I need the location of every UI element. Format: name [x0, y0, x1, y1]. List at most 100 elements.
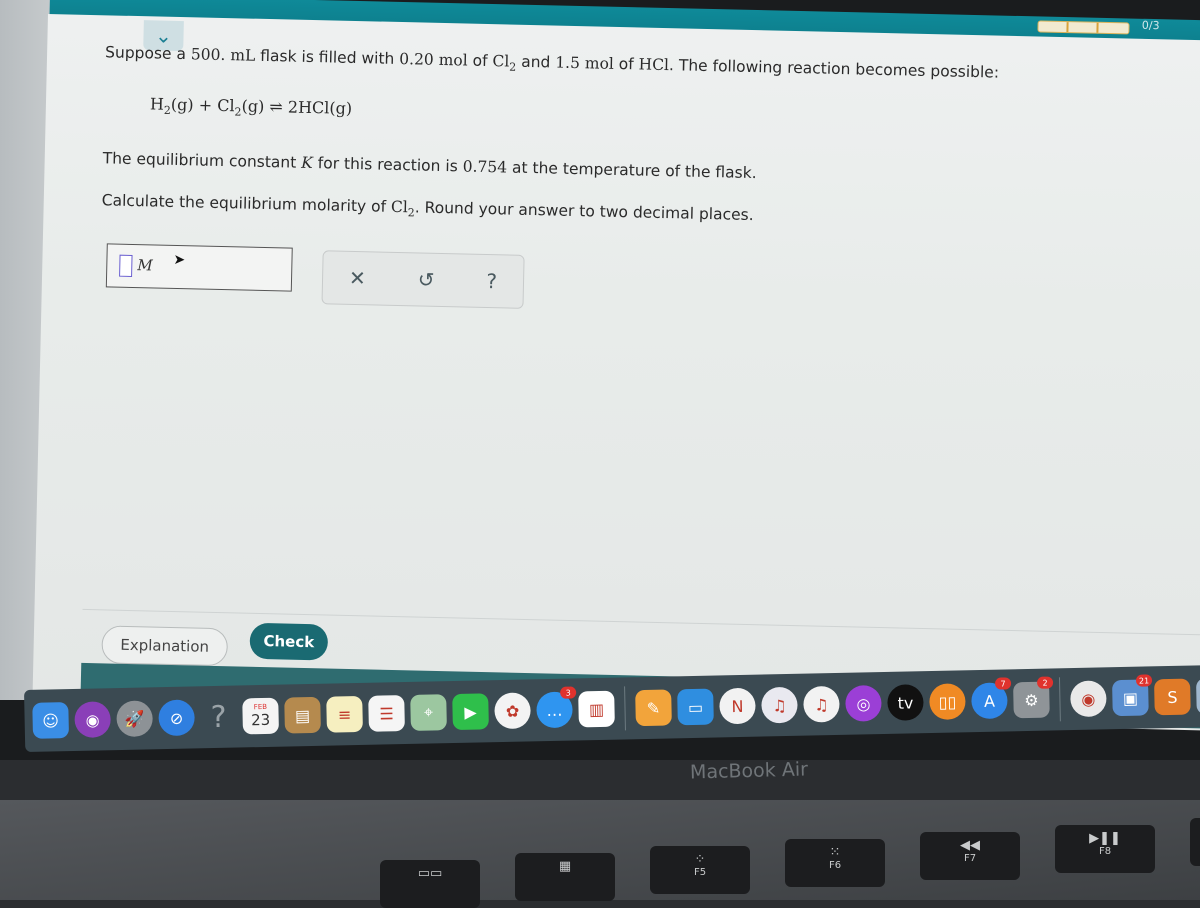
- books-glyph: ▯▯: [938, 691, 957, 712]
- dock-notes-icon[interactable]: ≡: [326, 695, 363, 733]
- dock-separator: [1058, 677, 1061, 722]
- music-glyph: ♫: [814, 694, 829, 714]
- clear-icon[interactable]: ✕: [349, 266, 366, 290]
- state: (g): [170, 94, 194, 115]
- key-symbol-icon: ▶▶: [1190, 824, 1200, 839]
- dock-siri-icon[interactable]: ◉: [74, 701, 112, 738]
- dock-image-capture-icon[interactable]: ▦: [1196, 677, 1200, 715]
- notification-badge: 21: [1135, 674, 1153, 687]
- siri-glyph: ◉: [85, 709, 100, 730]
- text: The equilibrium constant: [102, 149, 302, 172]
- progress-segment: [1066, 22, 1069, 33]
- dock-launchpad-icon[interactable]: 🚀: [116, 700, 153, 738]
- dock-reminders-icon[interactable]: ☰: [368, 695, 405, 732]
- key-label: F6: [828, 860, 842, 871]
- dock-maps-icon[interactable]: ⌖: [410, 694, 447, 731]
- undo-icon[interactable]: ↺: [417, 267, 434, 291]
- numbers-glyph: ▥: [588, 699, 605, 719]
- dock-podcasts-icon[interactable]: ◎: [845, 685, 882, 722]
- dock-pages-icon[interactable]: ✎: [635, 689, 672, 727]
- dock-calendar-icon[interactable]: FEB 23: [242, 697, 279, 735]
- dock-sketchbook-icon[interactable]: S: [1154, 678, 1191, 716]
- function-key[interactable]: ⁙ F6: [785, 839, 885, 887]
- text: . Round your answer to two decimal place…: [414, 198, 754, 225]
- app-store-glyph: A: [983, 691, 996, 711]
- key-symbol-icon: ◀◀: [960, 838, 980, 853]
- itunes-glyph: ♫: [772, 695, 787, 715]
- reaction-equation: H2(g) + Cl2(g) ⇌ 2HCl(g): [150, 94, 353, 121]
- text: at the temperature of the flask.: [506, 158, 757, 183]
- dock-safari-icon[interactable]: ⊘: [158, 699, 195, 737]
- keyboard: ▭▭▦⁘F5⁙F6◀◀F7▶❚❚F8▶▶F9◁F10: [0, 800, 1200, 908]
- dock-photos-icon[interactable]: ✿: [494, 692, 531, 730]
- function-key[interactable]: ▶❚❚ F8: [1055, 825, 1155, 873]
- function-key[interactable]: ◀◀ F7: [920, 832, 1020, 880]
- calendar-day: 23: [250, 710, 271, 730]
- dock-numbers-icon[interactable]: ▥: [578, 690, 615, 728]
- progress-label: 0/3: [1141, 18, 1160, 33]
- dock-contacts-icon[interactable]: ▤: [284, 696, 321, 734]
- check-button[interactable]: Check: [249, 622, 329, 661]
- help-icon[interactable]: ?: [486, 269, 497, 293]
- notes-glyph: ≡: [337, 704, 352, 724]
- help-glyph: ?: [210, 699, 227, 735]
- explanation-button[interactable]: Explanation: [101, 625, 229, 667]
- dock-finder-icon[interactable]: ☺: [32, 702, 70, 739]
- messages-glyph: …: [546, 700, 563, 720]
- facetime-glyph: ▶: [464, 702, 477, 722]
- key-label: F5: [693, 867, 707, 878]
- dock-books-icon[interactable]: ▯▯: [929, 683, 966, 721]
- state: (g): [241, 96, 265, 116]
- cl2-formula: Cl: [390, 197, 409, 217]
- divider: [82, 608, 1200, 637]
- function-key[interactable]: ▦: [515, 853, 615, 901]
- dock-separator: [624, 686, 626, 731]
- function-key[interactable]: ▶▶F9: [1190, 818, 1200, 866]
- function-key[interactable]: ⁘ F5: [650, 846, 750, 894]
- dock-help-icon[interactable]: ?: [200, 699, 237, 736]
- dock-messages-icon[interactable]: … 3: [536, 686, 577, 729]
- dock-chrome-icon[interactable]: ◉: [1070, 680, 1107, 718]
- state: (g): [329, 98, 353, 118]
- text: and: [516, 52, 556, 72]
- preview-glyph: ▣: [1122, 688, 1139, 708]
- system-preferences-glyph: ⚙: [1024, 690, 1039, 710]
- text: for this reaction is: [312, 154, 463, 176]
- photos-glyph: ✿: [505, 701, 520, 721]
- product-hcl: 2HCl: [287, 97, 330, 118]
- volume-value: 500. mL: [190, 45, 256, 65]
- dock-keynote-icon[interactable]: ▭: [677, 688, 714, 726]
- reactant-cl2: Cl: [217, 95, 235, 116]
- problem-panel: ⌄ Suppose a 500. mL flask is filled with…: [32, 14, 1200, 731]
- text: of: [467, 51, 493, 71]
- dock-news-icon[interactable]: N: [719, 687, 756, 725]
- bezel-label: MacBook Air: [689, 758, 809, 784]
- answer-input[interactable]: [119, 254, 133, 277]
- key-symbol-icon: ⁙: [829, 845, 841, 860]
- text: flask is filled with: [255, 46, 400, 68]
- reminders-glyph: ☰: [379, 703, 394, 724]
- reactant-h2: H: [149, 94, 165, 114]
- news-glyph: N: [731, 696, 744, 716]
- key-symbol-icon: ▭▭: [417, 866, 443, 881]
- dock-app-store-icon[interactable]: A7: [971, 677, 1012, 720]
- problem-line-constant: The equilibrium constant K for this reac…: [103, 149, 757, 182]
- plus-sign: +: [198, 95, 213, 115]
- dock-preview-icon[interactable]: ▣ 21: [1112, 674, 1153, 717]
- text: Calculate the equilibrium molarity of: [101, 191, 392, 216]
- dock-system-preferences-icon[interactable]: ⚙ 2: [1013, 676, 1054, 719]
- dock-facetime-icon[interactable]: ▶: [452, 693, 489, 731]
- notification-badge: 2: [1036, 676, 1054, 689]
- dock-apple-tv-icon[interactable]: tv: [887, 684, 924, 721]
- progress-segment: [1096, 22, 1099, 33]
- maps-glyph: ⌖: [423, 702, 434, 722]
- function-key[interactable]: ▭▭: [380, 860, 480, 908]
- equilibrium-arrow-icon: ⇌: [269, 97, 284, 117]
- text: . The following reaction becomes possibl…: [668, 56, 1000, 82]
- dock-itunes-icon[interactable]: ♫: [761, 686, 798, 724]
- unit-label: M: [137, 256, 153, 275]
- cl2-formula: Cl: [492, 52, 510, 71]
- sketchbook-glyph: S: [1167, 687, 1178, 707]
- dock-music-icon[interactable]: ♫: [803, 685, 840, 723]
- text: Suppose a: [104, 43, 192, 64]
